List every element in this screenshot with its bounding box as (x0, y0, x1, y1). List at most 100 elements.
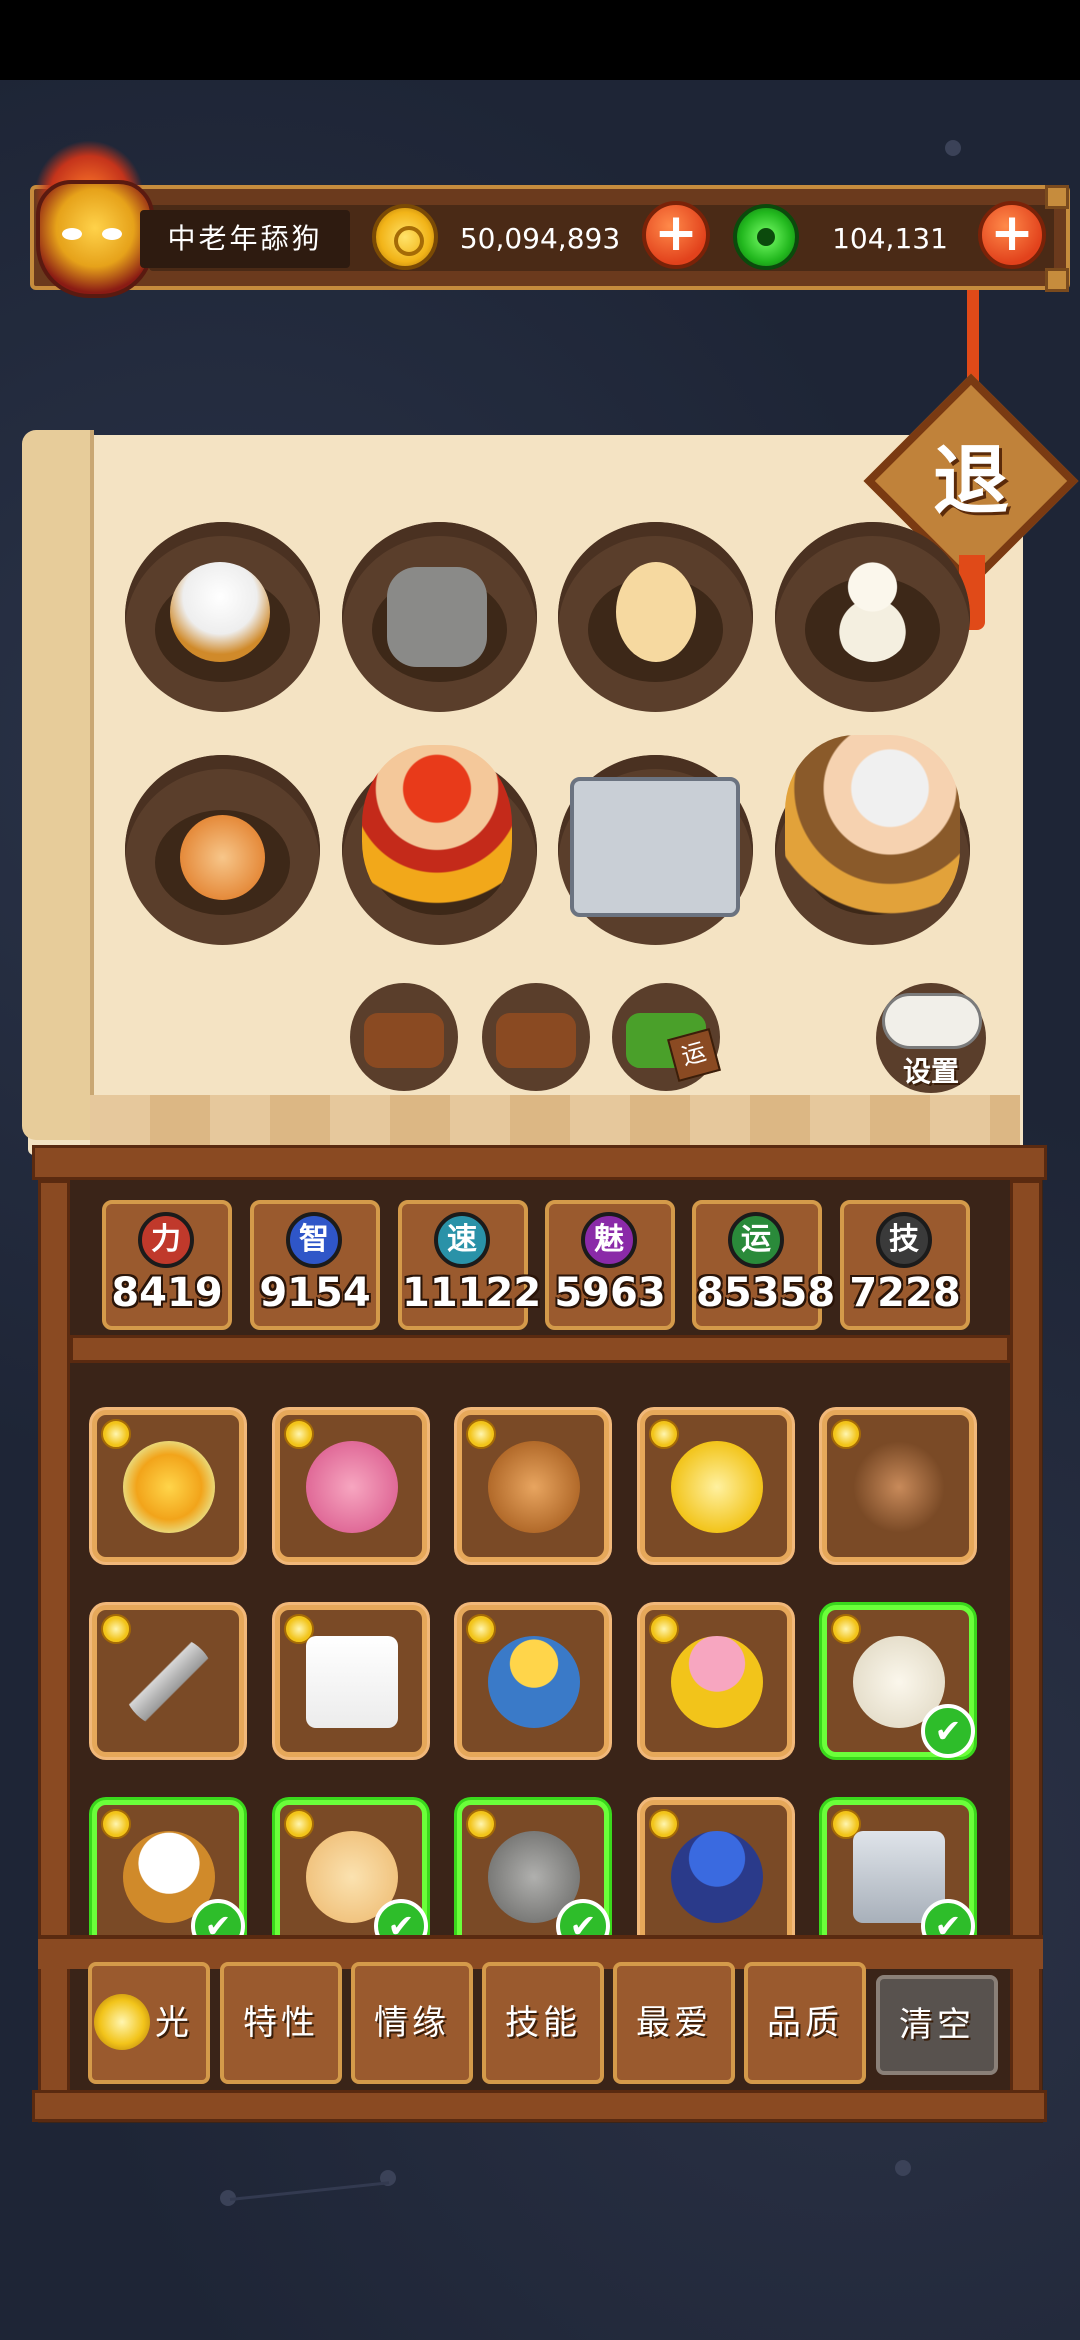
sun-badge-icon (831, 1419, 861, 1449)
player-name: 中老年舔狗 (140, 210, 350, 268)
jade-amount: 104,131 (832, 222, 948, 255)
cabinet-bottom-border (32, 2090, 1047, 2122)
fridge-girl-icon (570, 777, 740, 917)
inventory-item[interactable]: ✔ (275, 1800, 428, 1953)
skill-icon: 技 (876, 1212, 932, 1268)
chick-icon (616, 562, 696, 662)
sun-badge-icon (831, 1614, 861, 1644)
filter-bond-button[interactable]: 情缘 (351, 1962, 473, 2084)
bar-corner (1045, 268, 1069, 292)
inventory-item[interactable] (457, 1410, 609, 1562)
inventory-item[interactable] (92, 1605, 244, 1757)
lineup-slot[interactable] (775, 735, 970, 945)
star-dot (945, 140, 961, 156)
status-bar (0, 0, 1080, 80)
intelligence-icon: 智 (286, 1212, 342, 1268)
stat-value: 85358 (696, 1270, 836, 1316)
inventory-item[interactable] (92, 1410, 244, 1562)
clear-button[interactable]: 清空 (876, 1975, 998, 2075)
filter-quality-button[interactable]: 品质 (744, 1962, 866, 2084)
settings-label[interactable]: 设置 (876, 1050, 986, 1090)
basket-icon (364, 1013, 444, 1068)
gold-coin-icon (372, 204, 438, 270)
star-dot (895, 2160, 911, 2176)
mask-eye (102, 228, 122, 240)
stat-strength: 力 8419 (102, 1200, 232, 1330)
sun-badge-icon (649, 1614, 679, 1644)
blue-warrior-icon (671, 1831, 763, 1923)
pig-pot-icon (180, 815, 265, 900)
stat-value: 8419 (111, 1270, 223, 1316)
lineup-slot[interactable] (775, 522, 970, 712)
inventory-item[interactable]: ✔ (822, 1605, 975, 1758)
gold-amount: 50,094,893 (459, 222, 621, 255)
luck-icon: 运 (728, 1212, 784, 1268)
lineup-slot[interactable] (342, 522, 537, 712)
lineup-slot[interactable] (125, 755, 320, 945)
demon-mask-icon (36, 180, 154, 298)
red-hair-hero-icon (362, 745, 512, 920)
stat-value: 5963 (554, 1270, 666, 1316)
lineup-slot[interactable] (558, 522, 753, 712)
inventory-item[interactable]: ✔ (457, 1800, 610, 1953)
sword-icon (123, 1636, 215, 1728)
stat-shelf (70, 1335, 1010, 1363)
charm-icon: 魅 (581, 1212, 637, 1268)
basket-icon (496, 1013, 576, 1068)
rock-monkey-icon (387, 567, 487, 667)
inventory-item[interactable] (275, 1605, 427, 1757)
filter-label: 光 (155, 2003, 193, 2043)
wood-token-icon (488, 1441, 580, 1533)
sun-badge-icon (284, 1419, 314, 1449)
sun-badge-icon (466, 1614, 496, 1644)
inventory-item[interactable] (640, 1410, 792, 1562)
pink-girl-icon (671, 1636, 763, 1728)
stat-value: 7228 (849, 1270, 961, 1316)
inventory-item[interactable]: ✔ (822, 1800, 975, 1953)
strength-icon: 力 (138, 1212, 194, 1268)
inventory-item[interactable]: ✔ (92, 1800, 245, 1953)
lineup-slot[interactable] (342, 745, 537, 945)
gamepad-icon (882, 993, 982, 1049)
sun-icon (94, 1994, 150, 2050)
sun-badge-icon (101, 1419, 131, 1449)
selected-check-icon: ✔ (921, 1704, 975, 1758)
filter-skill-button[interactable]: 技能 (482, 1962, 604, 2084)
add-gold-button[interactable]: + (642, 201, 710, 269)
stat-luck: 运 85358 (692, 1200, 836, 1330)
stat-charm: 魅 5963 (545, 1200, 675, 1330)
inventory-item[interactable] (640, 1800, 792, 1952)
lineup-slot[interactable] (125, 522, 320, 712)
inventory-item[interactable] (275, 1410, 427, 1562)
bar-corner (1045, 185, 1069, 209)
sun-badge-icon (284, 1809, 314, 1839)
sun-badge-icon (466, 1419, 496, 1449)
sun-badge-icon (466, 1809, 496, 1839)
inventory-item[interactable] (822, 1410, 974, 1562)
acorn-fox-icon (853, 1441, 945, 1533)
inventory-item[interactable] (457, 1605, 609, 1757)
stat-intelligence: 智 9154 (250, 1200, 380, 1330)
scroll-wave-border (90, 1095, 1020, 1150)
lotus-flower-icon (123, 1441, 215, 1533)
blond-hero-icon (488, 1636, 580, 1728)
sun-badge-icon (649, 1419, 679, 1449)
stat-value: 9154 (259, 1270, 371, 1316)
feather-pot-icon (170, 562, 270, 662)
filter-favorite-button[interactable]: 最爱 (613, 1962, 735, 2084)
mask-eye (62, 228, 82, 240)
cabinet-top-border (32, 1145, 1047, 1180)
sun-badge-icon (101, 1809, 131, 1839)
food-basket-button[interactable] (482, 983, 590, 1091)
filter-trait-button[interactable]: 特性 (220, 1962, 342, 2084)
stat-value: 11122 (402, 1270, 542, 1316)
food-basket-button[interactable] (350, 983, 458, 1091)
scroll-rod (22, 430, 94, 1140)
luck-mooncake-button[interactable]: 运 (612, 983, 721, 1091)
lineup-slot[interactable] (558, 755, 753, 945)
inventory-item[interactable] (640, 1605, 792, 1757)
add-jade-button[interactable]: + (978, 201, 1046, 269)
pink-bear-icon (306, 1441, 398, 1533)
playing-card-icon (306, 1636, 398, 1728)
speed-icon: 速 (434, 1212, 490, 1268)
